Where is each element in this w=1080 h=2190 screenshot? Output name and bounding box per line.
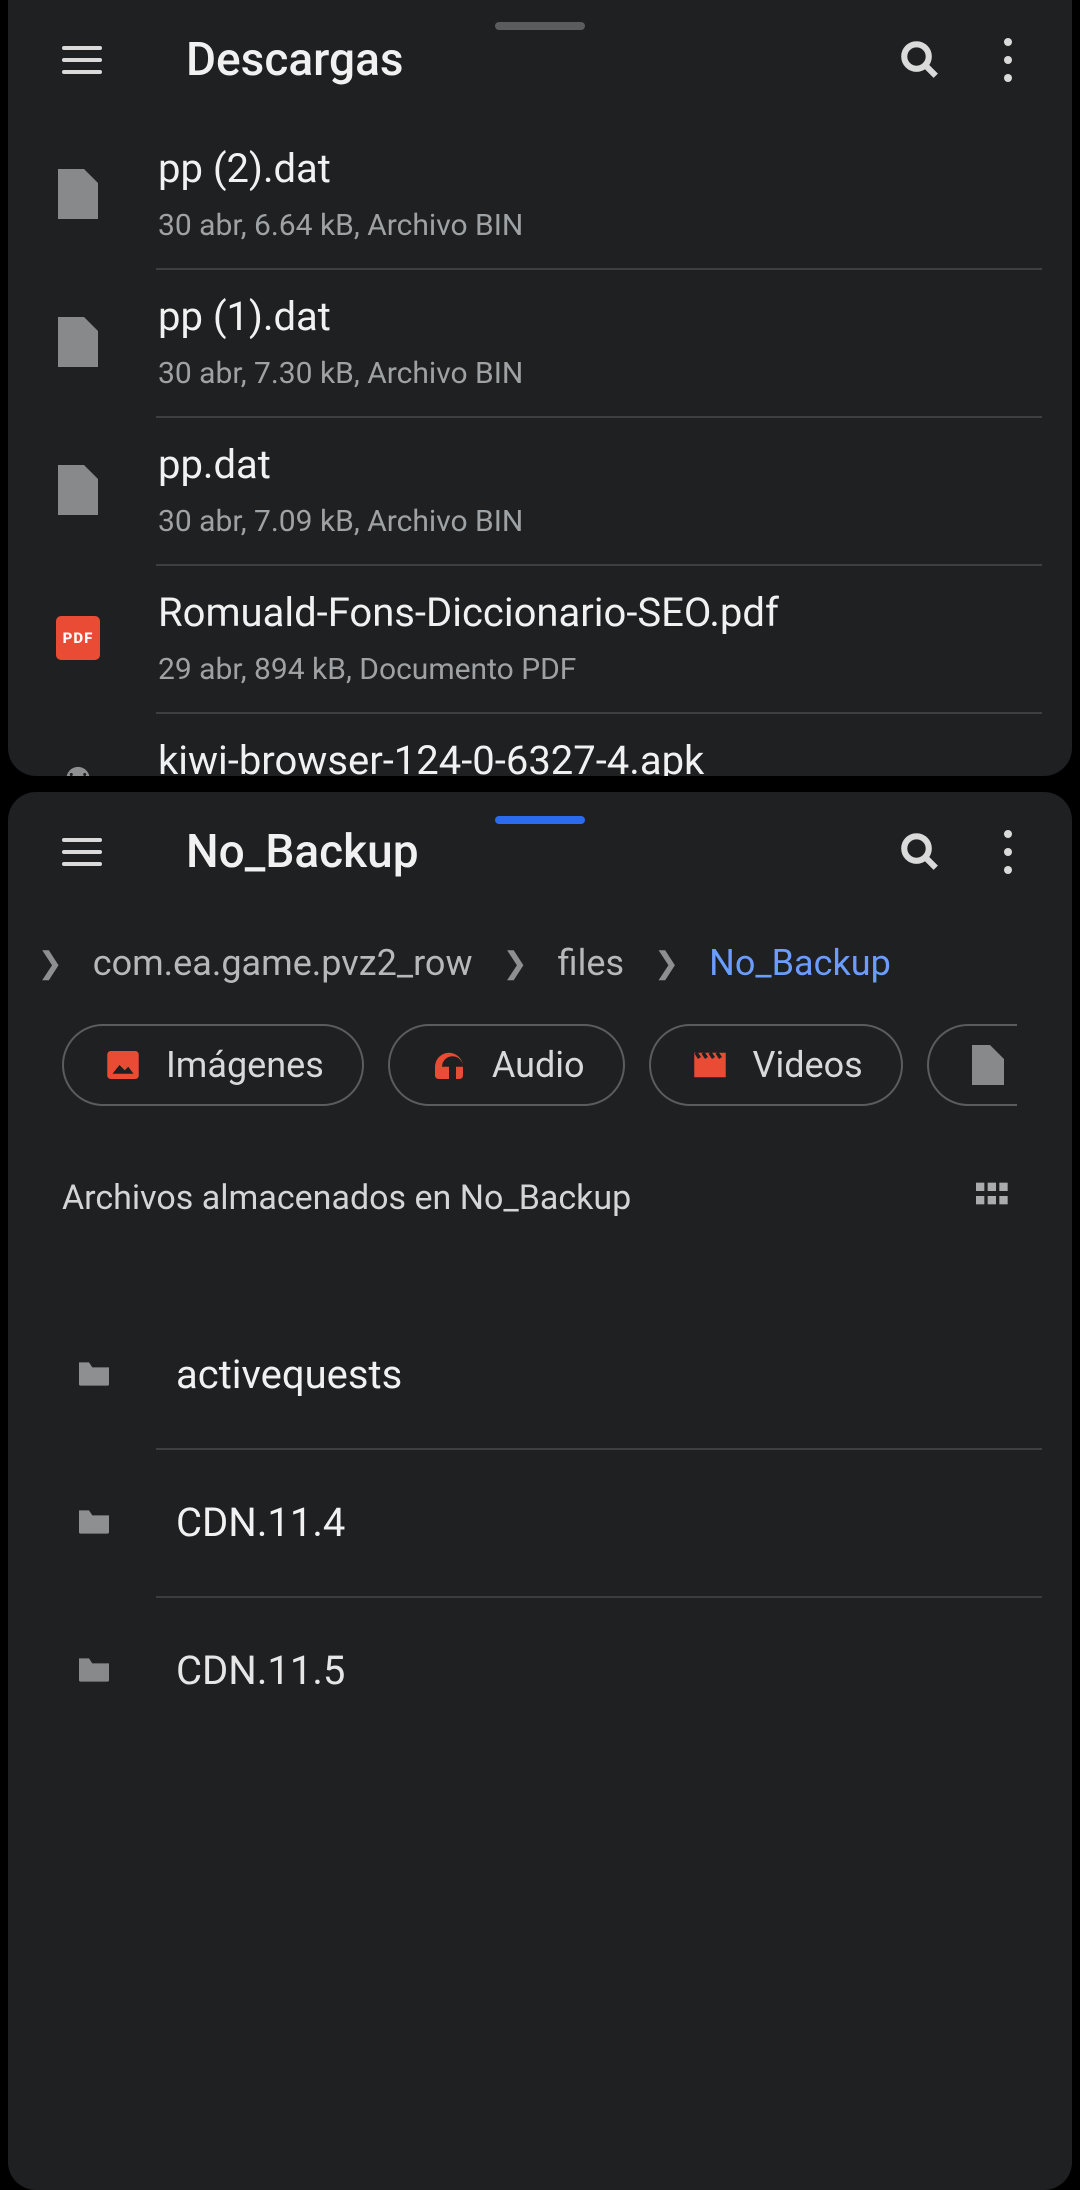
breadcrumb: a ❯ com.ea.game.pvz2_row ❯ files ❯ No_Ba…: [8, 912, 1072, 1014]
section-header: Archivos almacenados en No_Backup: [8, 1116, 1072, 1250]
chip-videos[interactable]: Videos: [649, 1024, 903, 1106]
video-icon: [689, 1044, 731, 1086]
chip-images[interactable]: Imágenes: [62, 1024, 364, 1106]
chip-audio[interactable]: Audio: [388, 1024, 625, 1106]
folder-icon: [64, 1354, 124, 1394]
no-backup-panel: No_Backup a ❯ com.ea.game.pvz2_row ❯ fil…: [8, 792, 1072, 2190]
folder-list: activequests CDN.11.4 CDN.11.5: [8, 1300, 1072, 1744]
chevron-right-icon: ❯: [654, 946, 679, 981]
file-row[interactable]: PDF Romuald-Fons-Diccionario-SEO.pdf 29 …: [8, 564, 1072, 712]
file-row[interactable]: pp (1).dat 30 abr, 7.30 kB, Archivo BIN: [8, 268, 1072, 416]
folder-icon: [64, 1502, 124, 1542]
section-label: Archivos almacenados en No_Backup: [62, 1178, 631, 1218]
folder-row[interactable]: CDN.11.4: [8, 1448, 1072, 1596]
search-button[interactable]: [876, 16, 964, 104]
file-meta: 29 abr, 894 kB, Documento PDF: [158, 652, 1042, 687]
file-name: pp (2).dat: [158, 145, 1042, 192]
file-icon: [48, 317, 108, 367]
document-icon: [58, 169, 98, 219]
file-name: kiwi-browser-124-0-6327-4.apk: [158, 737, 1042, 776]
file-list: pp (2).dat 30 abr, 6.64 kB, Archivo BIN …: [8, 120, 1072, 776]
more-button[interactable]: [964, 16, 1052, 104]
folder-row[interactable]: CDN.11.5: [8, 1596, 1072, 1744]
page-title: Descargas: [186, 33, 876, 87]
file-icon: [48, 763, 108, 776]
document-icon: [58, 465, 98, 515]
menu-button[interactable]: [38, 16, 126, 104]
search-button[interactable]: [876, 808, 964, 896]
document-icon: [58, 317, 98, 367]
file-icon: [48, 169, 108, 219]
image-icon: [102, 1044, 144, 1086]
android-icon: [55, 763, 101, 776]
folder-row[interactable]: activequests: [8, 1300, 1072, 1448]
file-row[interactable]: pp (2).dat 30 abr, 6.64 kB, Archivo BIN: [8, 120, 1072, 268]
toolbar-nobackup: No_Backup: [8, 792, 1072, 912]
hamburger-icon: [62, 838, 102, 866]
more-vert-icon: [1004, 38, 1012, 82]
filter-chip-row[interactable]: Imágenes Audio Videos Documentos: [8, 1014, 1072, 1116]
file-meta: 30 abr, 7.30 kB, Archivo BIN: [158, 356, 1042, 391]
view-grid-button[interactable]: [968, 1176, 1014, 1220]
more-button[interactable]: [964, 808, 1052, 896]
file-meta: 30 abr, 6.64 kB, Archivo BIN: [158, 208, 1042, 243]
breadcrumb-item-active[interactable]: No_Backup: [709, 942, 891, 984]
chevron-right-icon: ❯: [38, 946, 63, 981]
downloads-panel: Descargas pp (2).dat 30 abr, 6.64 kB, Ar…: [8, 0, 1072, 776]
grid-icon: [968, 1176, 1014, 1216]
menu-button[interactable]: [38, 808, 126, 896]
hamburger-icon: [62, 46, 102, 74]
folder-name: CDN.11.5: [176, 1647, 1042, 1694]
headphones-icon: [428, 1044, 470, 1086]
file-icon: PDF: [48, 616, 108, 660]
chip-documents[interactable]: Documentos: [927, 1024, 1017, 1106]
file-name: pp (1).dat: [158, 293, 1042, 340]
file-name: pp.dat: [158, 441, 1042, 488]
drag-handle-icon[interactable]: [495, 816, 585, 824]
pdf-icon: PDF: [56, 616, 100, 660]
folder-name: CDN.11.4: [176, 1499, 1042, 1546]
file-row[interactable]: pp.dat 30 abr, 7.09 kB, Archivo BIN: [8, 416, 1072, 564]
search-icon: [899, 39, 941, 81]
breadcrumb-item[interactable]: com.ea.game.pvz2_row: [93, 942, 473, 984]
search-icon: [899, 831, 941, 873]
file-name: Romuald-Fons-Diccionario-SEO.pdf: [158, 589, 1042, 636]
page-title: No_Backup: [186, 825, 876, 879]
more-vert-icon: [1004, 830, 1012, 874]
file-row[interactable]: kiwi-browser-124-0-6327-4.apk 29 abr, 17…: [8, 712, 1072, 776]
file-icon: [48, 465, 108, 515]
drag-handle-icon[interactable]: [495, 22, 585, 30]
folder-name: activequests: [176, 1351, 1042, 1398]
breadcrumb-item[interactable]: files: [558, 942, 624, 984]
document-icon: [967, 1044, 1009, 1086]
file-meta: 30 abr, 7.09 kB, Archivo BIN: [158, 504, 1042, 539]
chevron-right-icon: ❯: [503, 946, 528, 981]
toolbar-downloads: Descargas: [8, 0, 1072, 120]
folder-icon: [64, 1650, 124, 1690]
